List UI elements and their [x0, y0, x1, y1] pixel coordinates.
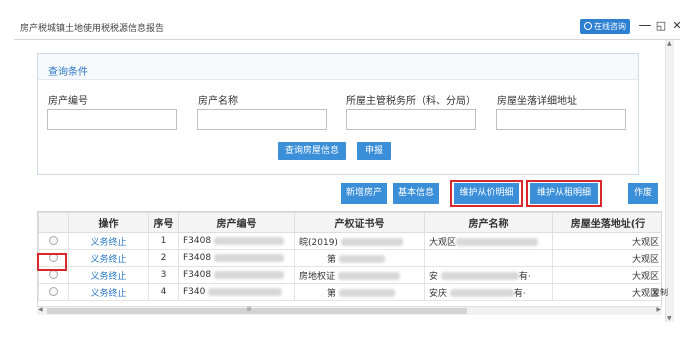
- cert-number: 房地权证: [299, 271, 336, 282]
- cert-number: 第: [327, 254, 337, 265]
- cert-number: 第: [327, 288, 337, 299]
- terminate-obligation-link[interactable]: 义务终止: [90, 289, 126, 299]
- column-cert-number: 产权证书号: [294, 212, 425, 233]
- column-property-code: 房产编号: [178, 212, 295, 233]
- terminate-obligation-link[interactable]: 义务终止: [90, 238, 126, 248]
- query-house-button[interactable]: 查询房屋信息: [278, 142, 346, 160]
- scroll-right-icon[interactable]: ▶: [656, 306, 661, 313]
- column-seq: 序号: [148, 212, 179, 233]
- row-seq: 4: [148, 283, 179, 301]
- online-consult-button[interactable]: 在线咨询: [580, 19, 630, 34]
- minimize-button[interactable]: —: [638, 18, 652, 34]
- scroll-grip: Ⅲ: [247, 306, 252, 313]
- window-titlebar: 房产税城镇土地使用税税源信息报告 在线咨询 — ◱ ✕: [14, 14, 682, 40]
- scroll-down-icon[interactable]: ▼: [667, 315, 672, 322]
- scroll-up-icon[interactable]: ▲: [667, 40, 672, 47]
- property-name-label: 房产名称: [198, 96, 238, 107]
- property-code: F3408: [183, 253, 212, 263]
- query-panel-title: 查询条件: [38, 54, 638, 80]
- address: 大观区: [552, 266, 661, 284]
- terminate-obligation-link[interactable]: 义务终止: [90, 272, 126, 282]
- row-seq: 2: [148, 249, 179, 267]
- redacted-text: [440, 272, 519, 280]
- address-label: 房屋坐落详细地址: [497, 96, 577, 107]
- horizontal-scrollbar[interactable]: ◀ Ⅲ ▶: [37, 306, 662, 315]
- property-code: F3408: [183, 236, 212, 246]
- property-name-tail: 有·: [518, 271, 531, 282]
- address-input[interactable]: [496, 109, 626, 130]
- redacted-text: [213, 253, 284, 262]
- redacted-text: [338, 255, 385, 263]
- row-radio[interactable]: [49, 270, 58, 279]
- property-code: F340: [183, 287, 206, 297]
- redacted-text: [456, 238, 539, 246]
- column-property-name: 房产名称: [424, 212, 553, 233]
- property-name-input[interactable]: [197, 109, 327, 130]
- scroll-left-icon[interactable]: ◀: [38, 306, 43, 313]
- column-operation: 操作: [68, 212, 149, 233]
- redacted-text: [337, 272, 400, 280]
- online-consult-label: 在线咨询: [594, 22, 626, 31]
- row-radio[interactable]: [49, 287, 58, 296]
- basic-info-button[interactable]: 基本信息: [393, 183, 439, 204]
- terminate-obligation-link[interactable]: 义务终止: [90, 255, 126, 265]
- close-button[interactable]: ✕: [670, 18, 684, 34]
- column-select: [38, 212, 69, 233]
- highlight-box-radio: [37, 253, 67, 271]
- copy-label[interactable]: 复制: [652, 287, 668, 298]
- row-seq: 3: [148, 266, 179, 284]
- property-table: 操作 序号 房产编号 产权证书号 房产名称 房屋坐落地址(行 义务终止 1 F3…: [37, 211, 662, 315]
- column-address: 房屋坐落地址(行: [552, 212, 661, 233]
- property-code-input[interactable]: [47, 109, 177, 130]
- address: 大观区: [552, 249, 661, 267]
- tax-office-label: 所屋主管税务所（科、分局）: [346, 96, 476, 107]
- table-row[interactable]: 义务终止 3 F3408 房地权证 安 有· 大观区: [38, 266, 661, 284]
- property-code: F3408: [183, 270, 212, 280]
- vertical-scrollbar[interactable]: ▲ ▼: [665, 40, 674, 322]
- property-name: 安庆: [429, 288, 448, 299]
- redacted-text: [213, 236, 284, 245]
- redacted-text: [449, 289, 514, 297]
- property-code-label: 房产编号: [48, 96, 88, 107]
- void-button[interactable]: 作废: [628, 183, 658, 204]
- window-title: 房产税城镇土地使用税税源信息报告: [20, 24, 165, 34]
- tax-office-input[interactable]: [346, 109, 476, 130]
- highlight-box-rent: [526, 180, 602, 207]
- row-radio[interactable]: [49, 236, 58, 245]
- property-name: 大观区: [429, 237, 457, 248]
- property-name: 安: [429, 271, 439, 282]
- report-button[interactable]: 申报: [357, 142, 391, 160]
- redacted-text: [340, 238, 403, 246]
- restore-button[interactable]: ◱: [654, 18, 668, 34]
- highlight-box-value: [450, 180, 523, 207]
- scroll-thumb[interactable]: [47, 308, 467, 314]
- address: 大观区: [552, 283, 661, 301]
- redacted-text: [338, 289, 395, 297]
- table-row[interactable]: 义务终止 2 F3408 第 大观区: [38, 249, 661, 267]
- property-name-tail: 有·: [513, 288, 526, 299]
- table-row[interactable]: 义务终止 1 F3408 皖(2019) 大观区 大观区: [38, 232, 661, 250]
- table-row[interactable]: 义务终止 4 F340 第 安庆 有· 大观区: [38, 283, 661, 301]
- table-header: 操作 序号 房产编号 产权证书号 房产名称 房屋坐落地址(行: [38, 212, 661, 233]
- cert-number: 皖(2019): [299, 237, 338, 248]
- row-seq: 1: [148, 232, 179, 250]
- redacted-text: [208, 287, 283, 296]
- redacted-text: [213, 270, 284, 279]
- address: 大观区: [552, 232, 661, 250]
- add-property-button[interactable]: 新增房产: [341, 183, 387, 204]
- headset-icon: [584, 22, 592, 30]
